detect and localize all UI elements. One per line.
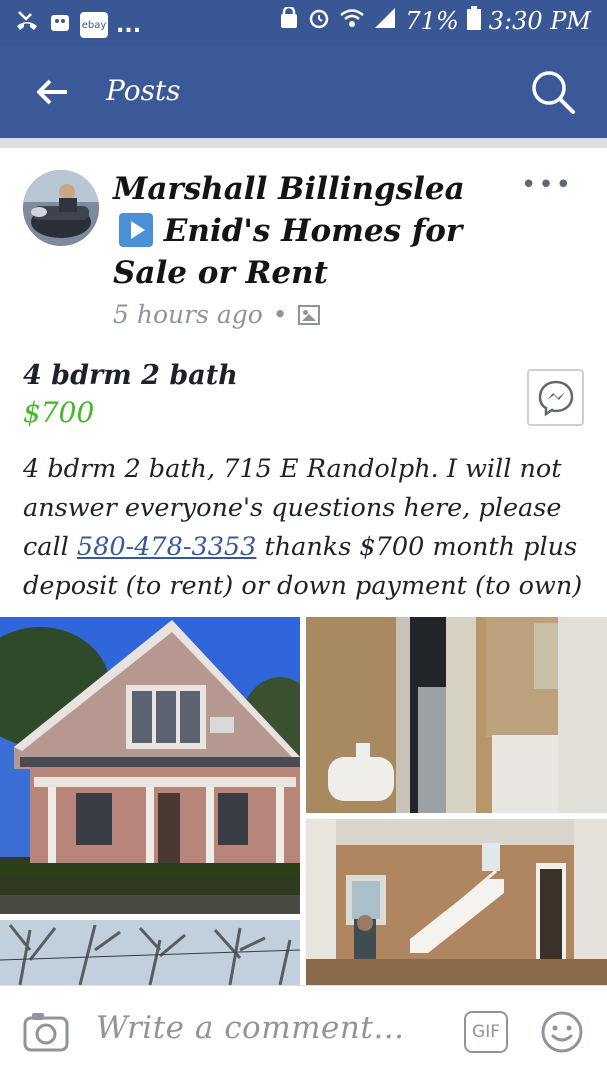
author-avatar[interactable] (23, 170, 99, 246)
signal-icon (373, 7, 397, 34)
play-arrow-icon (119, 212, 153, 247)
group-audience-icon (297, 304, 320, 325)
message-seller-button[interactable] (527, 369, 584, 426)
post-meta: 5 hours ago • (113, 300, 320, 329)
clock-time: 3:30 PM (488, 6, 591, 35)
app-header: Posts (0, 46, 607, 138)
security-icon (279, 5, 299, 34)
smiley-icon (541, 1011, 583, 1053)
search-button[interactable] (527, 66, 579, 118)
status-notifications: ebay ... (14, 8, 141, 42)
listing-title: 4 bdrm 2 bath (23, 360, 238, 391)
photo-bathroom[interactable] (306, 617, 607, 813)
status-bar: ebay ... 71% 3:30 PM (0, 0, 607, 46)
battery-percent: 71% (405, 6, 459, 35)
ebay-app-icon: ebay (80, 12, 108, 38)
group-name[interactable]: Enid's Homes for Sale or Rent (113, 213, 462, 291)
photo-trees[interactable] (0, 920, 300, 985)
author-name[interactable]: Marshall Billingslea (113, 171, 465, 207)
post-options-button[interactable]: ••• (521, 170, 573, 200)
post-author-line: Marshall Billingslea Enid's Homes for Sa… (113, 168, 513, 294)
feed-divider (0, 138, 607, 148)
photo-living-room-stairs[interactable] (306, 819, 607, 985)
gif-label: GIF (472, 1022, 500, 1042)
battery-icon (466, 6, 481, 35)
post-body: 4 bdrm 2 bath, 715 E Randolph. I will no… (23, 450, 588, 606)
post-timestamp[interactable]: 5 hours ago (113, 300, 263, 329)
camera-icon (23, 1013, 69, 1052)
ebay-label: ebay (81, 19, 107, 31)
emoji-button[interactable] (540, 1010, 584, 1054)
wifi-icon (339, 7, 365, 34)
phone-link[interactable]: 580-478-3353 (77, 532, 256, 562)
camera-button[interactable] (22, 1008, 70, 1056)
back-arrow-icon (37, 79, 67, 105)
alarm-icon (307, 6, 331, 35)
missed-call-icon (14, 8, 40, 42)
back-button[interactable] (30, 70, 74, 114)
photo-house-exterior[interactable] (0, 617, 300, 914)
search-icon (532, 71, 575, 114)
listing-price: $700 (23, 396, 95, 429)
page-title: Posts (106, 74, 181, 107)
comment-input[interactable]: Write a comment… (96, 1010, 405, 1046)
status-system: 71% 3:30 PM (279, 5, 591, 35)
comment-bar: Write a comment… GIF (0, 985, 607, 1080)
android-icon (48, 10, 72, 40)
gif-button[interactable]: GIF (464, 1011, 508, 1053)
more-notifications-icon: ... (116, 12, 142, 38)
messenger-icon (538, 380, 573, 416)
meta-separator: • (272, 300, 288, 329)
